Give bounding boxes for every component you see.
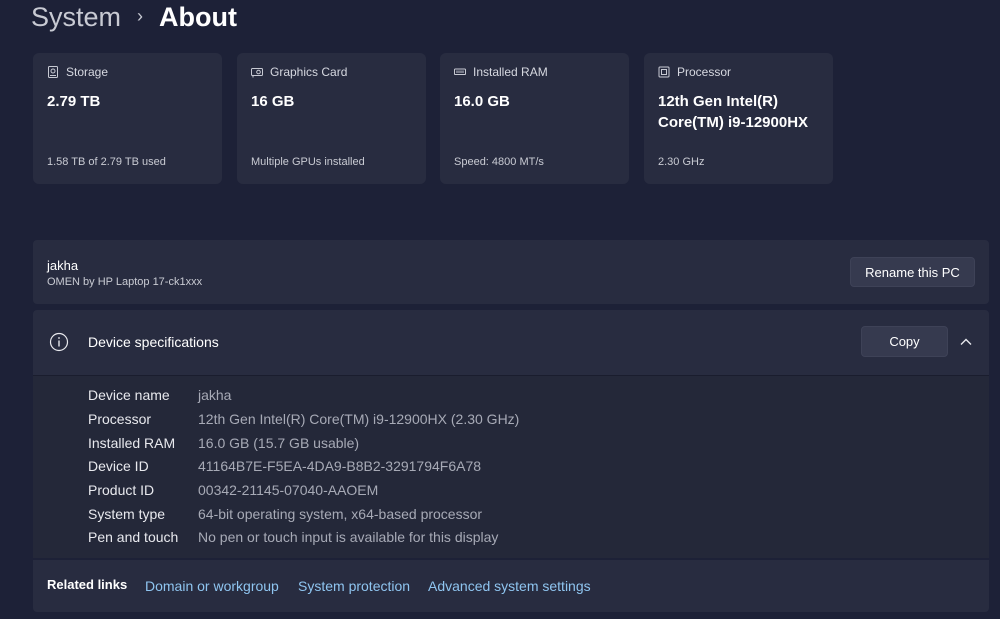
ram-card-sub: Speed: 4800 MT/s — [454, 156, 544, 168]
info-icon — [49, 332, 69, 352]
spec-label: Device name — [88, 387, 170, 403]
spec-row-pen-and-touch: Pen and touch No pen or touch input is a… — [88, 527, 498, 547]
ram-card-label: Installed RAM — [473, 65, 548, 79]
breadcrumb-system-link[interactable]: System — [31, 2, 121, 33]
breadcrumb: System › About — [31, 0, 237, 34]
chevron-up-icon[interactable] — [959, 335, 973, 349]
advanced-system-settings-link[interactable]: Advanced system settings — [428, 578, 591, 594]
processor-card-label: Processor — [677, 65, 732, 79]
device-specifications-header[interactable]: Device specifications Copy — [33, 310, 989, 375]
graphics-card-card[interactable]: Graphics Card 16 GB Multiple GPUs instal… — [237, 53, 426, 184]
processor-card-value-line2: Core(TM) i9-12900HX — [658, 114, 809, 131]
pc-name: jakha — [47, 258, 79, 273]
spec-row-installed-ram: Installed RAM 16.0 GB (15.7 GB usable) — [88, 433, 359, 453]
spec-value: No pen or touch input is available for t… — [198, 529, 499, 545]
pc-model: OMEN by HP Laptop 17-ck1xxx — [47, 276, 203, 288]
ram-icon — [454, 68, 466, 75]
storage-card-label: Storage — [66, 65, 109, 79]
ram-card[interactable]: Installed RAM 16.0 GB Speed: 4800 MT/s — [440, 53, 629, 184]
graphics-card-header: Graphics Card — [251, 65, 347, 79]
processor-icon — [658, 66, 670, 78]
processor-card-sub: 2.30 GHz — [658, 156, 705, 168]
spec-row-system-type: System type 64-bit operating system, x64… — [88, 504, 482, 524]
spec-value: 00342-21145-07040-AAOEM — [198, 482, 379, 498]
ram-card-header: Installed RAM — [454, 65, 548, 79]
domain-or-workgroup-link[interactable]: Domain or workgroup — [145, 578, 279, 594]
device-specifications-body: Device name jakha Processor 12th Gen Int… — [33, 375, 989, 558]
system-protection-link[interactable]: System protection — [298, 578, 410, 594]
rename-pc-button[interactable]: Rename this PC — [850, 257, 975, 287]
spec-value: 16.0 GB (15.7 GB usable) — [198, 435, 360, 451]
storage-card[interactable]: Storage 2.79 TB 1.58 TB of 2.79 TB used — [33, 53, 222, 184]
page-title: About — [159, 1, 237, 32]
storage-card-value: 2.79 TB — [47, 93, 101, 110]
related-links-label: Related links — [47, 577, 128, 592]
processor-card[interactable]: Processor 12th Gen Intel(R) Core(TM) i9-… — [644, 53, 833, 184]
storage-card-header: Storage — [47, 65, 108, 79]
related-links-bar: Related links Domain or workgroup System… — [33, 560, 989, 612]
spec-row-device-name: Device name jakha — [88, 385, 231, 405]
spec-label: Installed RAM — [88, 435, 176, 451]
storage-icon — [48, 66, 58, 78]
graphics-card-icon — [251, 68, 263, 78]
spec-row-device-id: Device ID 41164B7E-F5EA-4DA9-B8B2-329179… — [88, 456, 481, 476]
spec-label: System type — [88, 506, 166, 522]
spec-label: Pen and touch — [88, 529, 179, 545]
processor-card-header: Processor — [658, 65, 731, 79]
spec-value: 41164B7E-F5EA-4DA9-B8B2-3291794F6A78 — [198, 458, 482, 474]
spec-value: 64-bit operating system, x64-based proce… — [198, 506, 483, 522]
device-specifications-title: Device specifications — [88, 334, 219, 350]
spec-row-processor: Processor 12th Gen Intel(R) Core(TM) i9-… — [88, 409, 519, 429]
processor-card-value: 12th Gen Intel(R) Core(TM) i9-12900HX — [658, 91, 808, 133]
chevron-right-icon: › — [137, 5, 144, 26]
spec-label: Processor — [88, 411, 152, 427]
pc-name-row: jakha OMEN by HP Laptop 17-ck1xxx Rename… — [33, 240, 989, 304]
copy-button[interactable]: Copy — [861, 326, 948, 357]
spec-label: Product ID — [88, 482, 155, 498]
ram-card-value: 16.0 GB — [454, 93, 510, 110]
storage-card-sub: 1.58 TB of 2.79 TB used — [47, 156, 166, 168]
processor-card-value-line1: 12th Gen Intel(R) — [658, 93, 779, 110]
graphics-card-value: 16 GB — [251, 93, 295, 110]
spec-label: Device ID — [88, 458, 149, 474]
spec-value: jakha — [198, 387, 232, 403]
graphics-card-sub: Multiple GPUs installed — [251, 156, 365, 168]
spec-row-product-id: Product ID 00342-21145-07040-AAOEM — [88, 480, 378, 500]
graphics-card-label: Graphics Card — [270, 65, 348, 79]
spec-value: 12th Gen Intel(R) Core(TM) i9-12900HX (2… — [198, 411, 520, 427]
